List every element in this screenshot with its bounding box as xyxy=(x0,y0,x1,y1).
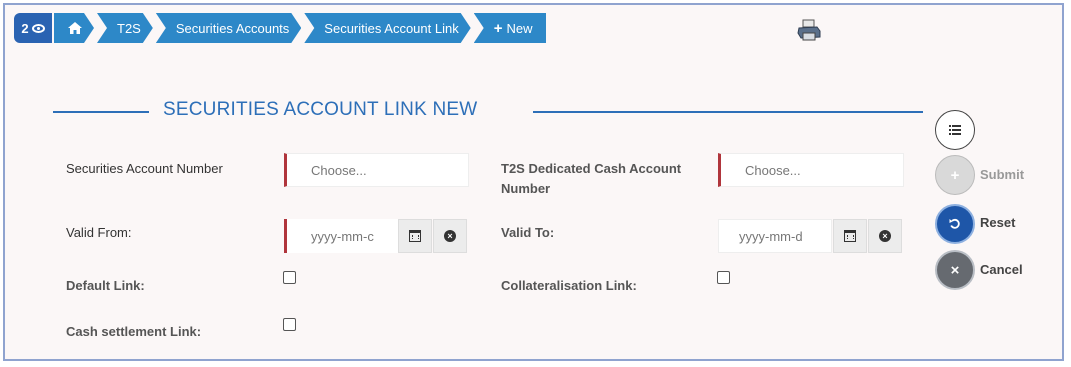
collateralisation-link-label: Collateralisation Link: xyxy=(501,278,637,293)
list-icon xyxy=(949,125,961,135)
default-link-label: Default Link: xyxy=(66,278,145,293)
printer-icon[interactable] xyxy=(797,19,821,41)
valid-from-placeholder: yyyy-mm-c xyxy=(311,228,374,244)
reset-label[interactable]: Reset xyxy=(980,215,1015,230)
breadcrumb-label: New xyxy=(506,20,533,36)
valid-to-label: Valid To: xyxy=(501,225,555,240)
valid-to-clear-button[interactable]: × xyxy=(868,219,902,253)
cancel-label[interactable]: Cancel xyxy=(980,262,1023,277)
breadcrumb-securities-account-link[interactable]: Securities Account Link xyxy=(304,13,470,43)
valid-from-clear-button[interactable]: × xyxy=(433,219,467,253)
valid-to-placeholder: yyyy-mm-d xyxy=(739,228,803,244)
title-divider-left xyxy=(53,111,149,113)
cash-settlement-link-checkbox[interactable] xyxy=(283,318,296,331)
breadcrumb-new[interactable]: + New xyxy=(473,13,547,43)
plus-icon: + xyxy=(493,19,503,37)
t2s-dedicated-cash-account-label: T2S Dedicated Cash Account Number xyxy=(501,159,681,199)
label-line: Number xyxy=(501,181,551,196)
t2s-dedicated-cash-account-placeholder: Choose... xyxy=(745,162,801,178)
securities-account-number-placeholder: Choose... xyxy=(311,162,367,178)
valid-from-calendar-button[interactable] xyxy=(398,219,432,253)
app-frame: 2 T2S Securities Accounts Securities Acc… xyxy=(3,3,1064,361)
clear-icon: × xyxy=(879,230,891,242)
cancel-button[interactable]: × xyxy=(935,250,975,290)
reset-button[interactable] xyxy=(935,204,975,244)
collateralisation-link-checkbox[interactable] xyxy=(717,271,730,284)
breadcrumb-label: T2S xyxy=(117,20,141,36)
close-icon: × xyxy=(950,261,960,279)
history-counter[interactable]: 2 xyxy=(14,13,52,43)
valid-to-calendar-button[interactable] xyxy=(833,219,867,253)
calendar-icon xyxy=(409,230,421,242)
form-title-row: SECURITIES ACCOUNT LINK NEW xyxy=(53,97,923,127)
securities-account-number-select[interactable]: Choose... xyxy=(284,153,469,187)
calendar-icon xyxy=(844,230,856,242)
cash-settlement-link-label: Cash settlement Link: xyxy=(66,324,202,339)
default-link-checkbox[interactable] xyxy=(283,271,296,284)
home-icon xyxy=(68,22,82,34)
eye-icon xyxy=(31,23,45,33)
t2s-dedicated-cash-account-select[interactable]: Choose... xyxy=(718,153,904,187)
breadcrumb-label: Securities Accounts xyxy=(175,20,290,36)
clear-icon: × xyxy=(444,230,456,242)
undo-icon xyxy=(949,218,960,229)
plus-icon: + xyxy=(950,166,960,184)
submit-label[interactable]: Submit xyxy=(980,167,1024,182)
valid-from-input[interactable]: yyyy-mm-c xyxy=(284,219,398,253)
title-divider-right xyxy=(533,111,923,113)
list-button[interactable] xyxy=(935,110,975,150)
label-line: T2S Dedicated Cash Account xyxy=(501,161,682,176)
valid-from-label: Valid From: xyxy=(66,225,132,240)
submit-button[interactable]: + xyxy=(935,155,975,195)
history-count: 2 xyxy=(21,20,29,36)
breadcrumb-label: Securities Account Link xyxy=(324,20,459,36)
breadcrumb-t2s[interactable]: T2S xyxy=(97,13,153,43)
breadcrumb-securities-accounts[interactable]: Securities Accounts xyxy=(156,13,301,43)
securities-account-number-label: Securities Account Number xyxy=(66,161,223,176)
breadcrumb: 2 T2S Securities Accounts Securities Acc… xyxy=(14,13,549,43)
valid-to-input[interactable]: yyyy-mm-d xyxy=(718,219,832,253)
breadcrumb-home[interactable] xyxy=(54,13,94,43)
page-title: SECURITIES ACCOUNT LINK NEW xyxy=(157,99,484,121)
